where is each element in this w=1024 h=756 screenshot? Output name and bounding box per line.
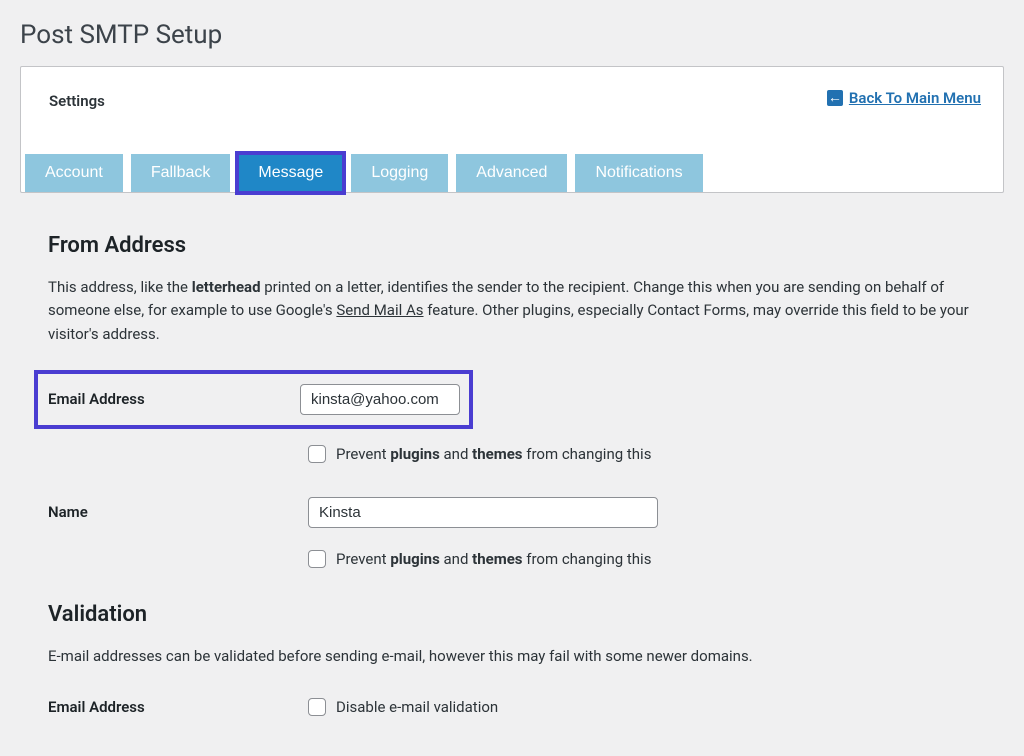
back-link-label: Back To Main Menu — [849, 89, 981, 107]
tab-account[interactable]: Account — [25, 154, 123, 192]
prevent-name-override-checkbox[interactable] — [308, 550, 326, 568]
prevent-email-override-label: Prevent plugins and themes from changing… — [336, 445, 651, 463]
tab-logging[interactable]: Logging — [351, 154, 448, 192]
content-area: From Address This address, like the lett… — [20, 193, 1004, 736]
prevent-email-override-row: Prevent plugins and themes from changing… — [308, 445, 976, 463]
validation-email-row: Email Address Disable e-mail validation — [48, 698, 976, 716]
validation-description: E-mail addresses can be validated before… — [48, 645, 976, 668]
tab-fallback[interactable]: Fallback — [131, 154, 231, 192]
from-address-description: This address, like the letterhead printe… — [48, 276, 976, 346]
validation-email-label: Email Address — [48, 698, 308, 716]
prevent-email-override-checkbox[interactable] — [308, 445, 326, 463]
tab-advanced[interactable]: Advanced — [456, 154, 567, 192]
back-to-main-menu-link[interactable]: ← Back To Main Menu — [827, 89, 981, 107]
email-address-row: Email Address — [40, 376, 467, 423]
disable-validation-checkbox[interactable] — [308, 698, 326, 716]
back-arrow-icon: ← — [827, 90, 843, 106]
prevent-name-override-label: Prevent plugins and themes from changing… — [336, 550, 651, 568]
email-address-label: Email Address — [48, 390, 300, 408]
name-row: Name — [48, 497, 976, 528]
tab-notifications[interactable]: Notifications — [575, 154, 702, 192]
tab-message[interactable]: Message — [238, 154, 343, 192]
validation-title: Validation — [48, 602, 976, 627]
panel-header: Settings ← Back To Main Menu — [21, 67, 1003, 150]
disable-validation-label: Disable e-mail validation — [336, 698, 498, 716]
send-mail-as-link[interactable]: Send Mail As — [336, 301, 423, 319]
name-label: Name — [48, 503, 308, 521]
from-address-title: From Address — [48, 233, 976, 258]
tabs: Account Fallback Message Logging Advance… — [21, 150, 1003, 192]
email-address-input[interactable] — [300, 384, 460, 415]
name-input[interactable] — [308, 497, 658, 528]
page-title: Post SMTP Setup — [20, 0, 1004, 66]
settings-heading: Settings — [49, 92, 105, 110]
prevent-name-override-row: Prevent plugins and themes from changing… — [308, 550, 976, 568]
settings-panel: Settings ← Back To Main Menu Account Fal… — [20, 66, 1004, 193]
